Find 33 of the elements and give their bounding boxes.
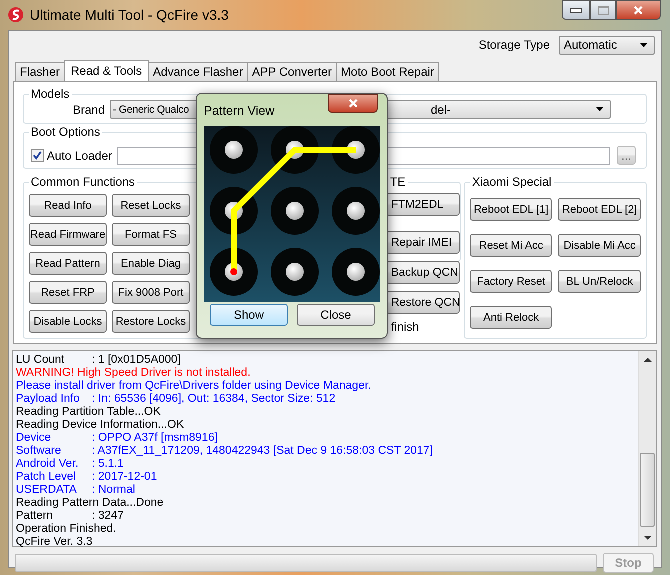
log-key: Software: [16, 445, 92, 458]
log-value: : 3247: [92, 510, 124, 523]
dialog-title: Pattern View: [204, 104, 275, 118]
log-value: : 2017-12-01: [92, 471, 158, 484]
group-title: Common Functions: [29, 175, 138, 189]
log-key: Patch Level: [16, 471, 92, 484]
log-value: : A37fEX_11_171209, 1480422943 [Sat Dec 9 16:58:03 CST 2017]: [92, 445, 434, 458]
window-title: Ultimate Multi Tool - QcFire v3.3: [30, 7, 229, 23]
log-line: WARNING! High Speed Driver is not installed.: [16, 367, 251, 380]
log-line: QcFire Ver. 3.3: [16, 536, 93, 549]
log-line: Please install driver from QcFire\Drivers folder using Device Manager.: [16, 380, 372, 393]
log-line: Reading Partition Table...OK: [16, 406, 161, 419]
brand-label: Brand: [73, 102, 106, 116]
group-title: TE: [388, 175, 408, 189]
status-text: finish: [391, 320, 420, 334]
log-key: LU Count: [16, 354, 92, 367]
log-value: : 5.1.1: [92, 458, 124, 471]
log-key: USERDATA: [16, 484, 92, 497]
group-title: Models: [29, 87, 72, 101]
log-line: Reading Device Information...OK: [16, 419, 184, 432]
log-value: : 1 [0x01D5A000]: [92, 354, 181, 367]
log-line: Operation Finished.: [16, 523, 116, 536]
group-title: Boot Options: [29, 125, 102, 139]
storage-type-label: Storage Type: [478, 38, 550, 52]
log-key: Pattern: [16, 510, 92, 523]
log-line: Reading Pattern Data...Done: [16, 497, 164, 510]
log-value: : In: 65536 [4096], Out: 16384, Sector Size: 512: [92, 393, 336, 406]
log-key: Device: [16, 432, 92, 445]
log-key: Payload Info: [16, 393, 92, 406]
group-title: Xiaomi Special: [470, 175, 554, 189]
log-key: Android Ver.: [16, 458, 92, 471]
log-value: : Normal: [92, 484, 136, 497]
log-value: : OPPO A37f [msm8916]: [92, 432, 218, 445]
